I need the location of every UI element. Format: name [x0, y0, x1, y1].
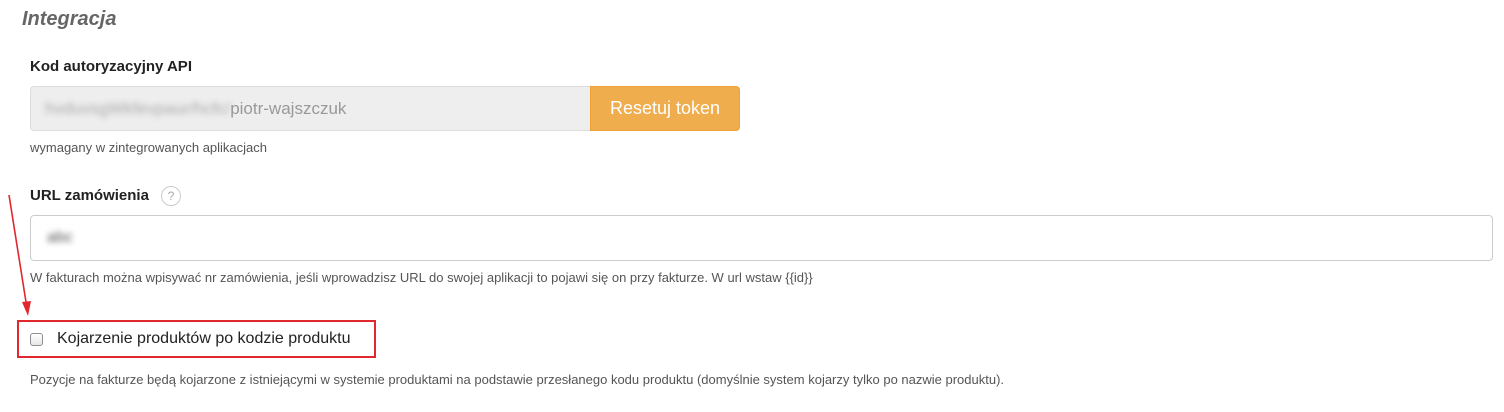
product-code-matching-help: Pozycje na fakturze będą kojarzone z ist…: [30, 372, 1005, 387]
order-url-input[interactable]: abc: [30, 215, 1493, 261]
api-token-obscured-value: hvduvsgWkfevpaur/hcfc/: [45, 98, 231, 118]
order-url-help: W fakturach można wpisywać nr zamówienia…: [30, 270, 813, 285]
api-token-field[interactable]: hvduvsgWkfevpaur/hcfc/ piotr-wajszczuk: [30, 86, 590, 131]
api-token-label: Kod autoryzacyjny API: [30, 58, 192, 75]
product-code-matching-label[interactable]: Kojarzenie produktów po kodzie produktu: [57, 330, 351, 348]
reset-token-button[interactable]: Resetuj token: [590, 86, 740, 131]
product-code-matching-checkbox[interactable]: [30, 332, 43, 346]
api-token-help: wymagany w zintegrowanych aplikacjach: [30, 140, 268, 155]
section-title: Integracja: [22, 8, 117, 30]
order-url-label: URL zamówienia: [30, 187, 149, 204]
product-code-matching-option[interactable]: Kojarzenie produktów po kodzie produktu: [17, 320, 376, 358]
question-mark-icon[interactable]: ?: [161, 186, 181, 206]
api-token-visible-value: piotr-wajszczuk: [230, 98, 347, 118]
order-url-value: abc: [47, 229, 73, 246]
